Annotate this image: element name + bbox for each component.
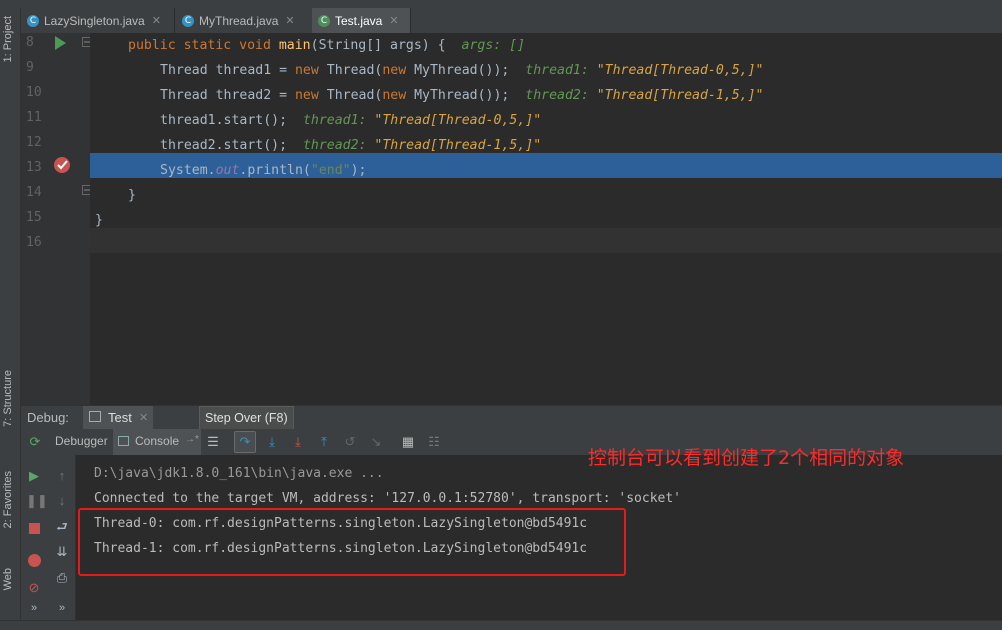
line-number: 15 bbox=[26, 210, 42, 225]
pause-icon[interactable]: ❚❚ bbox=[26, 493, 48, 509]
console-icon bbox=[118, 436, 129, 446]
line-number: 12 bbox=[26, 135, 42, 150]
tab-console[interactable]: Console →* bbox=[113, 429, 201, 455]
show-execution-point-icon[interactable]: ☰ bbox=[205, 434, 221, 450]
line-number-gutter: 8 9 10 11 12 13 14 15 16 bbox=[21, 33, 92, 405]
debug-tool-window-header: Debug: Test ✕ bbox=[21, 405, 1002, 431]
scroll-down-icon[interactable]: ↓ bbox=[54, 493, 70, 509]
code-line-11: thread1.start(); thread1: "Thread[Thread… bbox=[160, 113, 542, 128]
more-actions-icon[interactable]: » bbox=[26, 600, 42, 616]
step-into-icon[interactable]: ⤓ bbox=[264, 434, 280, 450]
line-number: 9 bbox=[26, 60, 34, 75]
pin-icon: →* bbox=[185, 434, 199, 445]
debug-run-tab[interactable]: Test ✕ bbox=[83, 406, 153, 430]
view-breakpoints-icon[interactable] bbox=[28, 554, 41, 567]
line-number: 10 bbox=[26, 85, 42, 100]
class-c-icon: C bbox=[27, 14, 39, 27]
tab-test[interactable]: C Test.java ✕ bbox=[312, 8, 411, 33]
annotation-text: 控制台可以看到创建了2个相同的对象 bbox=[588, 447, 905, 469]
code-line-12: thread2.start(); thread2: "Thread[Thread… bbox=[160, 138, 542, 153]
code-line-13: System.out.println("end"); bbox=[160, 163, 367, 178]
run-config-icon bbox=[89, 411, 101, 422]
step-over-button[interactable]: ↷ bbox=[234, 431, 256, 453]
trace-icon[interactable]: ☷ bbox=[426, 434, 442, 450]
code-editor[interactable]: public static void main(String[] args) {… bbox=[90, 33, 1002, 405]
tab-label: Test.java bbox=[335, 13, 383, 28]
scroll-to-end-icon[interactable]: ⇊ bbox=[54, 544, 70, 560]
structure-tool-button[interactable]: 7: Structure bbox=[2, 370, 14, 427]
rerun-button[interactable]: ⟳ bbox=[21, 429, 51, 455]
evaluate-expression-icon[interactable]: ▦ bbox=[400, 434, 416, 450]
editor-tab-bar: C LazySingleton.java ✕ C MyThread.java ✕… bbox=[21, 8, 1002, 34]
class-c-icon: C bbox=[318, 14, 330, 27]
debug-side-toolbar: ▶ ↑ ❚❚ ↓ ⮐ ⇊ ⎙ ⊘ » » bbox=[21, 455, 76, 620]
tab-lazysingleton[interactable]: C LazySingleton.java ✕ bbox=[21, 8, 175, 33]
code-line-9: Thread thread1 = new Thread(new MyThread… bbox=[160, 63, 764, 78]
window-top-strip bbox=[0, 0, 1002, 8]
mute-breakpoints-icon[interactable]: ⊘ bbox=[26, 580, 42, 596]
close-icon[interactable]: ✕ bbox=[285, 14, 294, 27]
favorites-tool-button[interactable]: 2: Favorites bbox=[2, 471, 14, 528]
code-line-10: Thread thread2 = new Thread(new MyThread… bbox=[160, 88, 764, 103]
tab-debugger[interactable]: Debugger bbox=[55, 434, 108, 448]
line-number: 14 bbox=[26, 185, 42, 200]
close-icon[interactable]: ✕ bbox=[389, 14, 398, 27]
tab-label: MyThread.java bbox=[199, 13, 279, 28]
step-over-icon: ↷ bbox=[239, 434, 251, 449]
step-over-tooltip: Step Over (F8) bbox=[199, 406, 294, 430]
breakpoint-icon[interactable] bbox=[52, 155, 72, 175]
rerun-icon: ⟳ bbox=[29, 434, 41, 449]
drop-frame-icon[interactable]: ↺ bbox=[342, 434, 358, 450]
resume-icon[interactable]: ▶ bbox=[26, 468, 42, 484]
class-c-icon: C bbox=[182, 14, 194, 27]
line-number: 11 bbox=[26, 110, 42, 125]
print-icon[interactable]: ⎙ bbox=[54, 570, 70, 586]
left-tool-strip: 1: Project 7: Structure 2: Favorites Web bbox=[0, 8, 21, 620]
annotation-highlight-box bbox=[78, 508, 626, 576]
web-tool-button[interactable]: Web bbox=[2, 568, 14, 590]
force-step-into-icon[interactable]: ⤓ bbox=[290, 434, 306, 450]
line-number: 16 bbox=[26, 235, 42, 250]
more-actions-icon[interactable]: » bbox=[54, 600, 70, 616]
stop-icon[interactable] bbox=[29, 523, 40, 534]
caret-line-highlight bbox=[90, 228, 1002, 253]
code-line-14: } bbox=[128, 188, 136, 203]
code-line-15: } bbox=[95, 213, 103, 228]
console-line: D:\java\jdk1.8.0_161\bin\java.exe ... bbox=[94, 466, 384, 481]
debug-label: Debug: bbox=[27, 410, 69, 425]
close-icon[interactable]: ✕ bbox=[152, 14, 161, 27]
step-out-icon[interactable]: ⤒ bbox=[316, 434, 332, 450]
tab-label: LazySingleton.java bbox=[44, 13, 145, 28]
console-line: Connected to the target VM, address: '12… bbox=[94, 491, 681, 506]
project-tool-button[interactable]: 1: Project bbox=[2, 16, 14, 62]
scroll-up-icon[interactable]: ↑ bbox=[54, 468, 70, 484]
run-icon[interactable] bbox=[54, 36, 66, 50]
close-icon[interactable]: ✕ bbox=[139, 411, 148, 424]
soft-wrap-icon[interactable]: ⮐ bbox=[54, 519, 70, 535]
tab-mythread[interactable]: C MyThread.java ✕ bbox=[176, 8, 331, 33]
code-line-8: public static void main(String[] args) {… bbox=[128, 38, 526, 53]
run-to-cursor-icon[interactable]: ↘ bbox=[368, 434, 384, 450]
